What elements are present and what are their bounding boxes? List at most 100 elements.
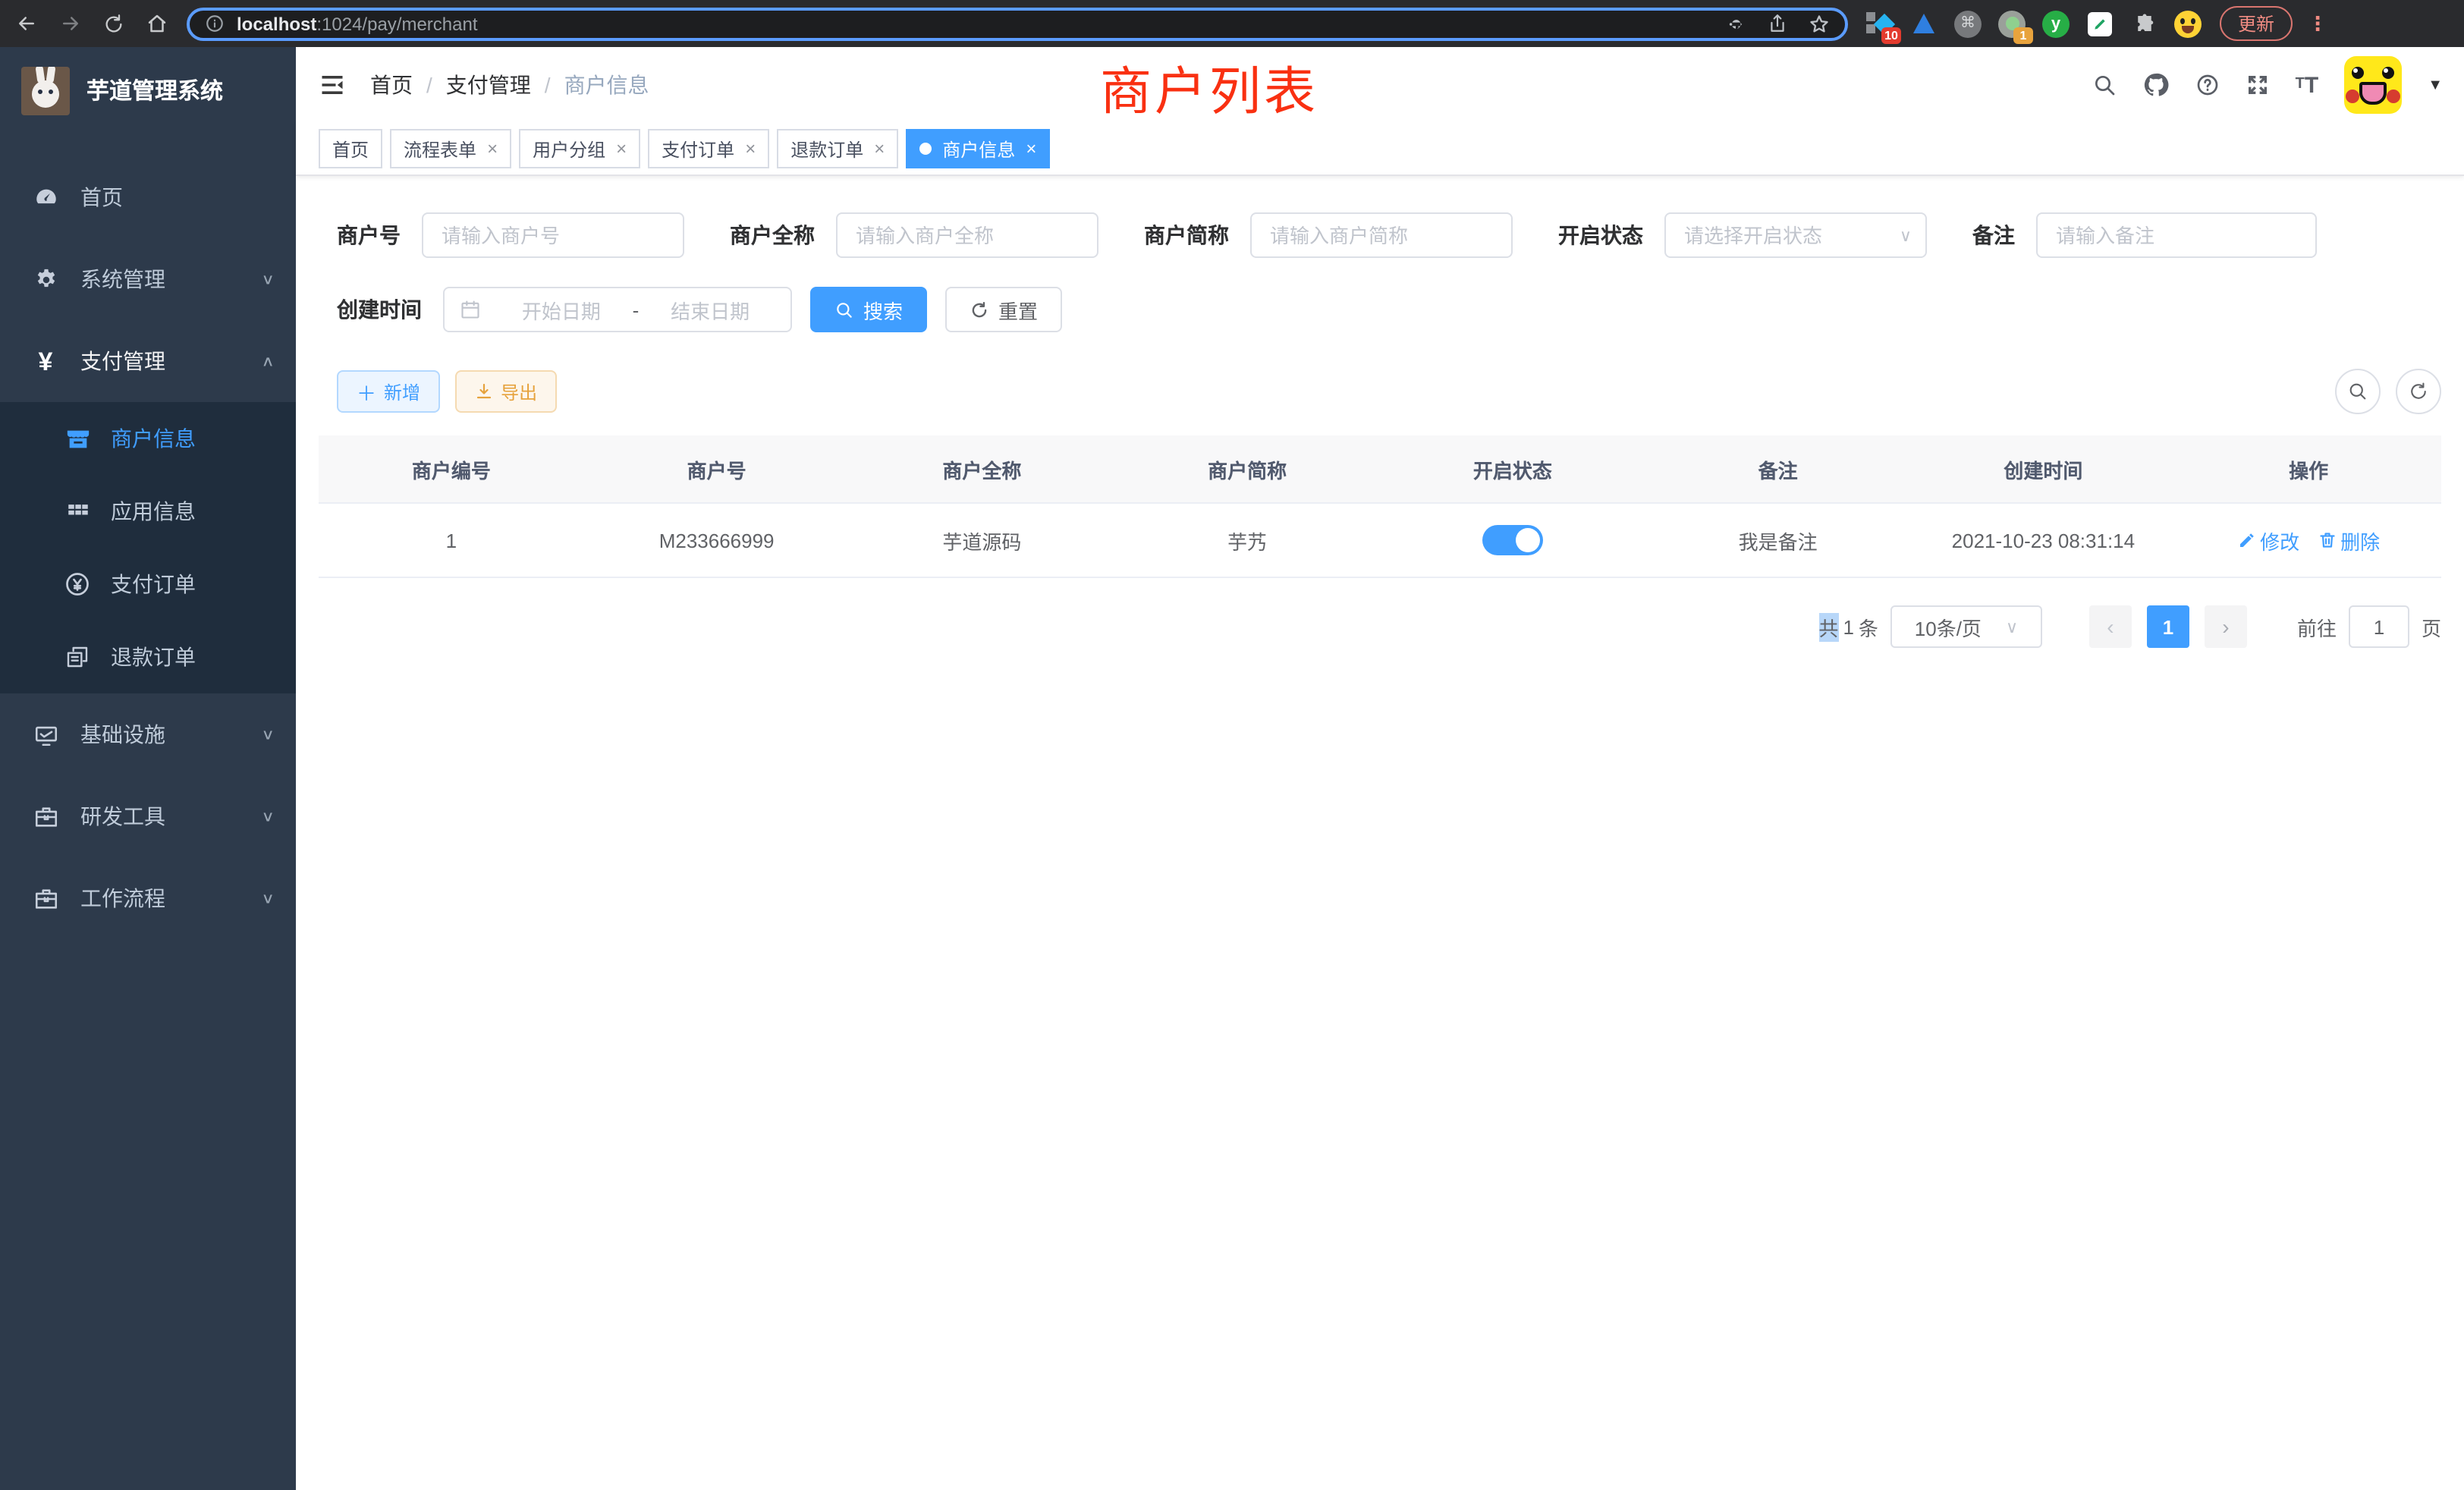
- close-icon[interactable]: ×: [1026, 138, 1036, 159]
- ext-y-icon[interactable]: y: [2042, 10, 2070, 37]
- app-title: 芋道管理系统: [86, 74, 223, 106]
- edit-link[interactable]: 修改: [2237, 526, 2299, 555]
- ext-gem-icon[interactable]: [1910, 10, 1938, 37]
- sidebar-item-system[interactable]: 系统管理 ∨: [0, 238, 296, 320]
- sidebar-item-refund-order[interactable]: 退款订单: [0, 621, 296, 693]
- cell-status: [1380, 525, 1645, 555]
- browser-update-button[interactable]: 更新: [2220, 6, 2293, 41]
- add-button[interactable]: ＋ 新增: [337, 370, 440, 413]
- prev-page-button[interactable]: ‹: [2089, 605, 2132, 648]
- cell-create-time: 2021-10-23 08:31:14: [1911, 529, 2176, 552]
- remark-input[interactable]: [2036, 212, 2317, 258]
- current-page-button[interactable]: 1: [2147, 605, 2189, 648]
- app-logo[interactable]: 芋道管理系统: [0, 47, 296, 134]
- sidebar-item-infrastructure[interactable]: 基础设施 ∨: [0, 693, 296, 775]
- sidebar-item-workflow[interactable]: 工作流程 ∨: [0, 857, 296, 939]
- sidebar-item-dev-tools[interactable]: 研发工具 ∨: [0, 775, 296, 857]
- payment-submenu: 商户信息 应用信息 支付订单 退款订单: [0, 402, 296, 693]
- cell-full-name: 芋道源码: [850, 526, 1115, 555]
- chevron-down-icon: ∨: [261, 808, 275, 825]
- annotation-title: 商户列表: [1100, 50, 1318, 124]
- close-icon[interactable]: ×: [745, 138, 756, 159]
- next-page-button[interactable]: ›: [2205, 605, 2247, 648]
- sidebar-toggle-icon[interactable]: [296, 71, 346, 99]
- navbar: 首页 / 支付管理 / 商户信息 商户列表 TT ▼: [296, 47, 2464, 123]
- sidebar-item-app-info[interactable]: 应用信息: [0, 475, 296, 548]
- user-avatar[interactable]: [2344, 56, 2402, 114]
- goto-page-input[interactable]: [2349, 605, 2409, 648]
- grid-icon: [64, 498, 91, 524]
- sidebar-item-home[interactable]: 首页: [0, 156, 296, 238]
- search-icon[interactable]: [2092, 73, 2117, 97]
- browser-profile-avatar[interactable]: [2174, 10, 2202, 37]
- short-name-input[interactable]: [1250, 212, 1513, 258]
- github-icon[interactable]: [2142, 71, 2170, 99]
- page-size-select[interactable]: 10条/页 ∨: [1890, 605, 2042, 648]
- ext-tab-counter-icon[interactable]: 1: [1998, 10, 2026, 37]
- reset-button[interactable]: 重置: [945, 287, 1062, 332]
- merchant-no-input[interactable]: [422, 212, 684, 258]
- font-size-icon[interactable]: TT: [2296, 74, 2319, 96]
- browser-toolbar: localhost:1024/pay/merchant 10 ⌘ 1 y 更新 …: [0, 0, 2464, 47]
- browser-menu-icon[interactable]: ⋮: [2308, 11, 2327, 36]
- star-icon[interactable]: [1809, 13, 1830, 34]
- export-button[interactable]: 导出: [455, 370, 557, 413]
- cell-id: 1: [319, 529, 584, 552]
- tab-refund-order[interactable]: 退款订单×: [777, 129, 898, 168]
- table-toolbar: ＋ 新增 导出: [337, 369, 2441, 414]
- ext-command-icon[interactable]: ⌘: [1954, 10, 1982, 37]
- screen: localhost:1024/pay/merchant 10 ⌘ 1 y 更新 …: [0, 0, 2464, 1490]
- breadcrumb-home[interactable]: 首页: [370, 70, 413, 100]
- browser-extensions: 10 ⌘ 1 y: [1866, 10, 2202, 37]
- user-menu-caret-icon[interactable]: ▼: [2428, 77, 2443, 93]
- ext-tasks-icon[interactable]: 10: [1866, 10, 1894, 37]
- dashboard-icon: [32, 184, 59, 210]
- chevron-down-icon: ∨: [261, 890, 275, 907]
- key-icon[interactable]: [1725, 13, 1746, 34]
- sidebar-item-payment[interactable]: ¥ 支付管理 ∧: [0, 320, 296, 402]
- toolbox-icon: [32, 885, 59, 911]
- info-icon[interactable]: [205, 14, 225, 33]
- back-icon[interactable]: [15, 12, 38, 35]
- cell-actions: 修改 删除: [2176, 526, 2441, 555]
- share-icon[interactable]: [1768, 14, 1787, 33]
- sidebar-item-merchant-info[interactable]: 商户信息: [0, 402, 296, 475]
- date-range-picker[interactable]: 开始日期 - 结束日期: [443, 287, 792, 332]
- delete-link[interactable]: 删除: [2318, 526, 2380, 555]
- help-icon[interactable]: [2195, 73, 2220, 97]
- refresh-button[interactable]: [2396, 369, 2441, 414]
- active-dot: [919, 143, 932, 155]
- sidebar-item-pay-order[interactable]: 支付订单: [0, 548, 296, 621]
- create-time-label: 创建时间: [337, 294, 422, 325]
- extensions-puzzle-icon[interactable]: [2130, 10, 2158, 37]
- full-name-input[interactable]: [836, 212, 1098, 258]
- close-icon[interactable]: ×: [616, 138, 627, 159]
- yen-icon: ¥: [32, 348, 59, 374]
- breadcrumb-current: 商户信息: [564, 70, 649, 100]
- search-button[interactable]: 搜索: [810, 287, 927, 332]
- gear-icon: [32, 266, 59, 292]
- home-icon[interactable]: [146, 12, 168, 35]
- tab-home[interactable]: 首页: [319, 129, 382, 168]
- address-bar[interactable]: localhost:1024/pay/merchant: [187, 7, 1848, 40]
- fullscreen-icon[interactable]: [2246, 73, 2270, 97]
- toggle-search-button[interactable]: [2335, 369, 2381, 414]
- close-icon[interactable]: ×: [487, 138, 498, 159]
- ext-notes-icon[interactable]: [2086, 10, 2114, 37]
- cell-remark: 我是备注: [1645, 526, 1911, 555]
- close-icon[interactable]: ×: [874, 138, 885, 159]
- reload-icon[interactable]: [103, 13, 124, 34]
- chevron-up-icon: ∧: [261, 353, 275, 369]
- breadcrumb-payment[interactable]: 支付管理: [446, 70, 531, 100]
- tab-process-form[interactable]: 流程表单×: [390, 129, 511, 168]
- url-text: localhost:1024/pay/merchant: [237, 13, 478, 34]
- tab-merchant-info[interactable]: 商户信息×: [906, 129, 1050, 168]
- tab-pay-order[interactable]: 支付订单×: [648, 129, 769, 168]
- chevron-down-icon: ∨: [261, 726, 275, 743]
- full-name-label: 商户全称: [730, 220, 815, 250]
- shop-icon: [64, 426, 91, 451]
- forward-icon[interactable]: [59, 12, 82, 35]
- status-toggle[interactable]: [1482, 525, 1543, 555]
- status-select[interactable]: [1664, 212, 1927, 258]
- tab-user-group[interactable]: 用户分组×: [519, 129, 640, 168]
